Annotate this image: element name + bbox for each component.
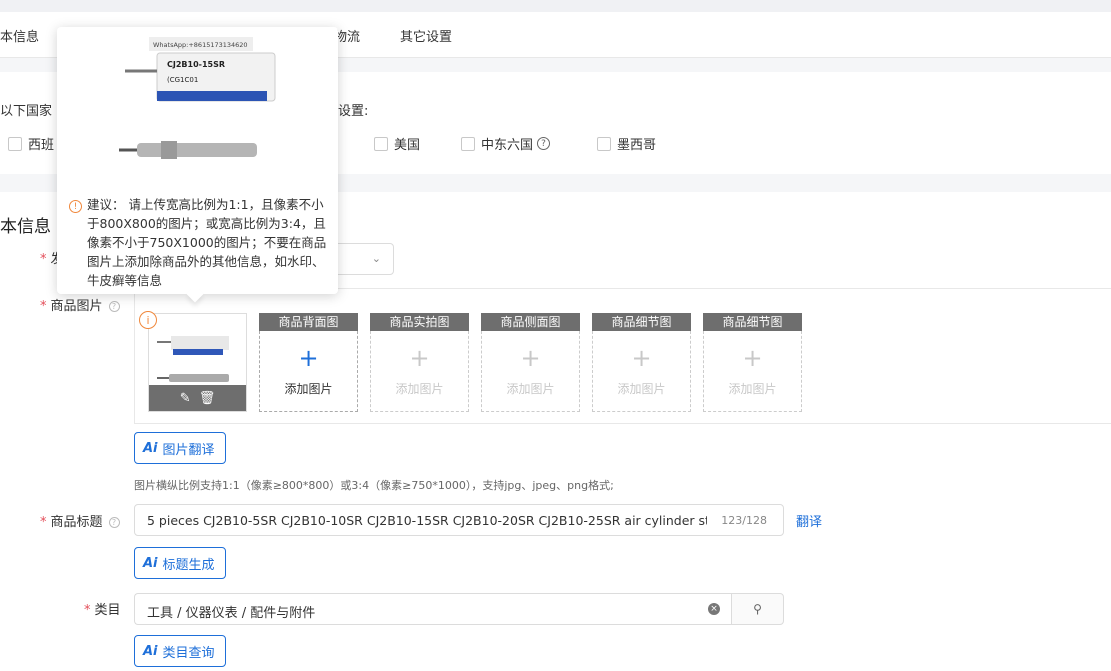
checkbox-label: 墨西哥	[617, 138, 657, 153]
image-guideline-tooltip: WhatsApp:+8615173134620 CJ2B10-15SR (CG1…	[57, 27, 338, 303]
slot-header: 商品侧面图	[481, 313, 580, 331]
required-mark: *	[40, 299, 47, 314]
category-query-button[interactable]: Ai 类目查询	[134, 635, 226, 667]
ai-icon: Ai	[143, 643, 158, 659]
plus-icon: +	[520, 343, 541, 372]
category-field-label: * 类目	[84, 599, 121, 618]
checkbox-box[interactable]	[597, 136, 611, 151]
thumbnail-actions: ✎ 🗑	[149, 385, 246, 411]
add-image-label: 添加图片	[506, 381, 555, 396]
plus-icon: +	[742, 343, 763, 372]
info-icon: !	[69, 200, 82, 213]
category-label-text: 类目	[94, 603, 121, 618]
button-label: 图片翻译	[162, 442, 215, 458]
image-slot-back[interactable]: 商品背面图 + 添加图片	[259, 313, 358, 412]
char-counter: 123/128	[721, 514, 767, 527]
required-mark: *	[40, 252, 47, 267]
checkbox-label: 中东六国	[481, 138, 534, 153]
image-label-text: 商品图片	[50, 299, 103, 314]
product-sub-label: (CG1C01	[167, 76, 198, 84]
add-image-label: 添加图片	[284, 381, 333, 396]
title-label-text: 商品标题	[50, 515, 103, 530]
product-image-thumbnail[interactable]: ✎ 🗑	[148, 313, 247, 412]
checkbox-mexico[interactable]: 墨西哥	[597, 134, 656, 153]
translate-link[interactable]: 翻译	[796, 511, 822, 530]
slot-header: 商品背面图	[259, 313, 358, 331]
add-image-label: 添加图片	[728, 381, 777, 396]
ai-icon: Ai	[143, 440, 158, 456]
slot-body[interactable]: + 添加图片	[481, 331, 580, 412]
checkbox-usa[interactable]: 美国	[374, 134, 420, 153]
edit-icon[interactable]: ✎	[180, 391, 191, 406]
plus-icon: +	[631, 343, 652, 372]
warning-icon[interactable]: i	[139, 311, 157, 329]
image-upload-panel: ✎ 🗑 i 商品背面图 + 添加图片 商品实拍图 + 添加图片 商品侧面图 + …	[134, 288, 1111, 424]
category-search-button[interactable]: ⚲	[731, 593, 784, 625]
title-field-label: * 商品标题?	[40, 511, 120, 530]
ai-icon: Ai	[143, 555, 158, 571]
category-input[interactable]: 工具 / 仪器仪表 / 配件与附件 ×	[134, 593, 731, 625]
checkbox-box[interactable]	[8, 136, 22, 151]
slot-body[interactable]: + 添加图片	[592, 331, 691, 412]
whatsapp-label: WhatsApp:+8615173134620	[153, 41, 248, 49]
image-translate-button[interactable]: Ai 图片翻译	[134, 432, 226, 464]
add-image-label: 添加图片	[395, 381, 444, 396]
product-example-image: WhatsApp:+8615173134620 CJ2B10-15SR (CG1…	[117, 33, 287, 188]
question-icon[interactable]: ?	[537, 137, 551, 150]
title-generate-button[interactable]: Ai 标题生成	[134, 547, 226, 579]
delete-icon[interactable]: 🗑	[199, 391, 216, 406]
plus-icon: +	[298, 343, 319, 372]
tab-basic-info[interactable]: 本信息	[0, 26, 39, 45]
checkbox-box[interactable]	[461, 136, 475, 151]
image-slot-detail-1[interactable]: 商品细节图 + 添加图片	[592, 313, 691, 412]
required-mark: *	[84, 603, 91, 618]
slot-header: 商品细节图	[703, 313, 802, 331]
slot-header: 商品实拍图	[370, 313, 469, 331]
chevron-down-icon: ⌄	[371, 252, 381, 265]
button-label: 标题生成	[162, 557, 215, 573]
slot-body[interactable]: + 添加图片	[703, 331, 802, 412]
image-slot-real[interactable]: 商品实拍图 + 添加图片	[370, 313, 469, 412]
slot-body[interactable]: + 添加图片	[370, 331, 469, 412]
checkbox-box[interactable]	[374, 136, 388, 151]
image-slot-detail-2[interactable]: 商品细节图 + 添加图片	[703, 313, 802, 412]
tab-other-settings[interactable]: 其它设置	[400, 26, 452, 45]
section-title: 本信息	[0, 217, 51, 237]
product-code-label: CJ2B10-15SR	[167, 60, 225, 69]
button-label: 类目查询	[162, 645, 215, 661]
image-field-label: * 商品图片?	[40, 295, 120, 314]
help-icon[interactable]: ?	[108, 517, 120, 528]
checkbox-spain[interactable]: 西班	[8, 134, 54, 153]
slot-header: 商品细节图	[592, 313, 691, 331]
title-value: 5 pieces CJ2B10-5SR CJ2B10-10SR CJ2B10-1…	[147, 513, 707, 528]
clear-icon[interactable]: ×	[708, 603, 720, 615]
checkbox-middle-east[interactable]: 中东六国 ?	[461, 134, 551, 153]
required-mark: *	[40, 515, 47, 530]
checkbox-label: 美国	[394, 138, 421, 153]
add-image-label: 添加图片	[617, 381, 666, 396]
category-value: 工具 / 仪器仪表 / 配件与附件	[147, 606, 316, 621]
top-strip	[0, 0, 1111, 12]
checkbox-label: 西班	[28, 138, 55, 153]
image-hint-text: 图片横纵比例支持1:1（像素≥800*800）或3:4（像素≥750*1000）…	[134, 479, 614, 492]
help-icon[interactable]: ?	[108, 301, 120, 312]
slot-body[interactable]: + 添加图片	[259, 331, 358, 412]
product-title-input[interactable]: 5 pieces CJ2B10-5SR CJ2B10-10SR CJ2B10-1…	[134, 504, 784, 536]
plus-icon: +	[409, 343, 430, 372]
tooltip-text: 建议： 请上传宽高比例为1:1，且像素不小于800X800的图片；或宽高比例为3…	[87, 197, 327, 288]
search-icon: ⚲	[753, 602, 762, 616]
country-section-title: 以下国家	[0, 104, 53, 119]
image-slot-side[interactable]: 商品侧面图 + 添加图片	[481, 313, 580, 412]
